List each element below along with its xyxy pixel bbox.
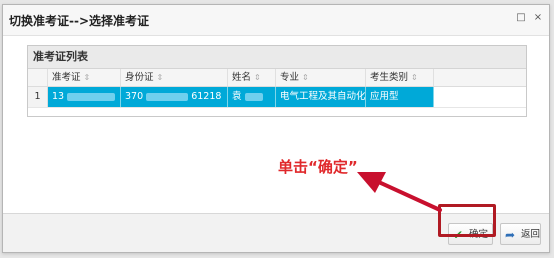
arrow-shaft (370, 177, 442, 212)
annotation-arrow (357, 172, 442, 212)
